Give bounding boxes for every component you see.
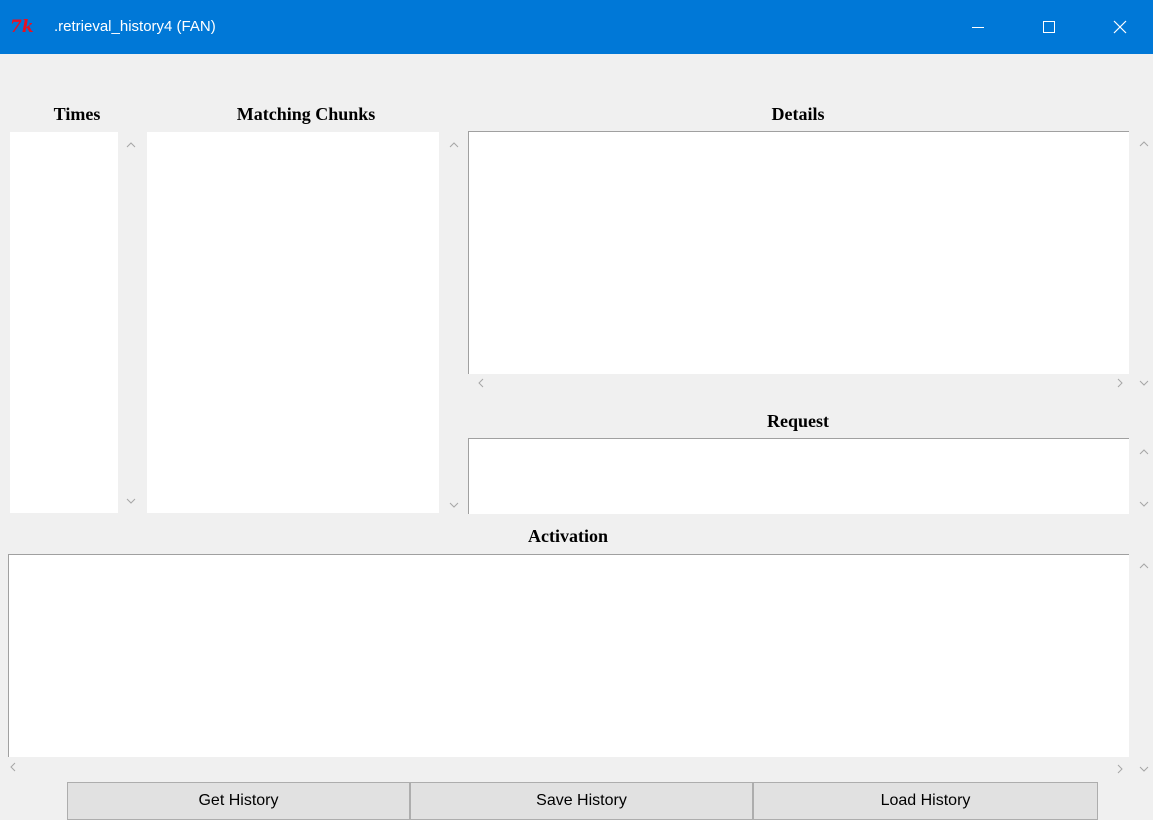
chevron-down-icon — [1139, 501, 1149, 507]
details-scroll-up[interactable] — [1135, 135, 1153, 153]
activation-scroll-down[interactable] — [1135, 760, 1153, 778]
chevron-up-icon — [1139, 449, 1149, 455]
matching-chunks-listbox[interactable] — [147, 132, 439, 513]
title-bar[interactable]: 7k .retrieval_history4 (FAN) — [0, 0, 1153, 54]
details-label: Details — [771, 104, 825, 124]
close-button[interactable] — [1097, 0, 1143, 54]
details-text[interactable] — [468, 131, 1129, 374]
details-scroll-left[interactable] — [472, 374, 490, 392]
chevron-up-icon — [126, 142, 136, 148]
request-scroll-up[interactable] — [1135, 443, 1153, 461]
request-text[interactable] — [468, 438, 1129, 514]
save-history-button[interactable]: Save History — [410, 782, 753, 820]
chevron-down-icon — [126, 498, 136, 504]
activation-scroll-up[interactable] — [1135, 557, 1153, 575]
chevron-up-icon — [1139, 141, 1149, 147]
chevron-right-icon — [1117, 764, 1123, 774]
chevron-down-icon — [449, 502, 459, 508]
maximize-button[interactable] — [1026, 0, 1072, 54]
get-history-button[interactable]: Get History — [67, 782, 410, 820]
details-scroll-right[interactable] — [1111, 374, 1129, 392]
activation-scroll-right[interactable] — [1111, 760, 1129, 778]
request-label: Request — [767, 411, 829, 431]
minimize-icon — [972, 27, 984, 28]
chevron-up-icon — [449, 142, 459, 148]
chevron-right-icon — [1117, 378, 1123, 388]
matching-chunks-label: Matching Chunks — [236, 104, 376, 124]
chevron-left-icon — [10, 762, 16, 772]
chunks-scroll-up[interactable] — [445, 136, 463, 154]
maximize-icon — [1043, 21, 1055, 33]
chevron-up-icon — [1139, 563, 1149, 569]
times-scroll-up[interactable] — [122, 136, 140, 154]
activation-scroll-left[interactable] — [4, 758, 22, 776]
window-title: .retrieval_history4 (FAN) — [54, 18, 216, 35]
request-scroll-down[interactable] — [1135, 495, 1153, 513]
chevron-down-icon — [1139, 380, 1149, 386]
activation-text[interactable] — [8, 554, 1129, 757]
close-icon — [1113, 20, 1127, 34]
details-scroll-down[interactable] — [1135, 374, 1153, 392]
load-history-button[interactable]: Load History — [753, 782, 1098, 820]
times-label: Times — [53, 104, 101, 124]
chevron-down-icon — [1139, 766, 1149, 772]
chevron-left-icon — [478, 378, 484, 388]
minimize-button[interactable] — [955, 0, 1001, 54]
times-listbox[interactable] — [10, 132, 118, 513]
activation-label: Activation — [528, 526, 608, 546]
chunks-scroll-down[interactable] — [445, 496, 463, 514]
tk-app-icon: 7k — [10, 17, 34, 37]
times-scroll-down[interactable] — [122, 492, 140, 510]
